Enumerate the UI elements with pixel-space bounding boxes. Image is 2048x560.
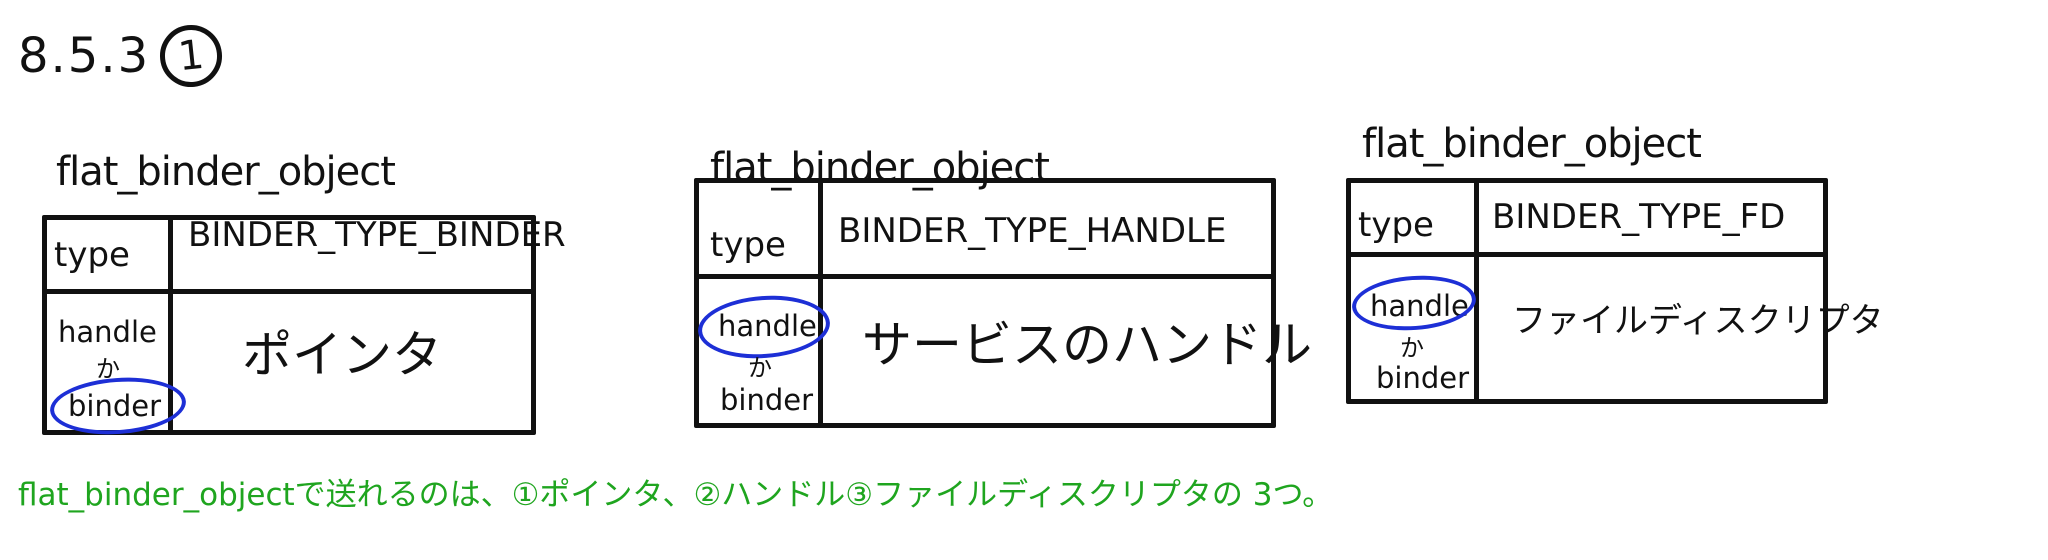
table-2-column-divider bbox=[818, 178, 823, 428]
table-3-row-divider bbox=[1346, 252, 1828, 257]
table-2-row-divider bbox=[694, 274, 1276, 279]
table-1-title: flat_binder_object bbox=[56, 149, 396, 195]
table-1-type-value: BINDER_TYPE_BINDER bbox=[188, 215, 566, 255]
section-prefix: 8.5.3 bbox=[18, 28, 151, 84]
table-1-content: ポインタ bbox=[242, 326, 442, 384]
table-3-title: flat_binder_object bbox=[1362, 121, 1702, 167]
section-heading: 8.5.3 1 bbox=[18, 21, 226, 91]
table-2-binder-label: binder bbox=[720, 383, 814, 417]
table-3-content: ファイルディスクリプタ bbox=[1512, 301, 1884, 341]
table-1-handle-label: handle bbox=[58, 315, 157, 349]
table-3-type-value: BINDER_TYPE_FD bbox=[1492, 197, 1786, 237]
table-2-type-value: BINDER_TYPE_HANDLE bbox=[838, 211, 1227, 251]
table-2-type-label: type bbox=[710, 225, 786, 265]
summary-note: flat_binder_objectで送れるのは、①ポインタ、②ハンドル③ファイ… bbox=[18, 477, 1334, 513]
table-1-row-divider bbox=[42, 289, 536, 294]
table-2-or-label: か bbox=[748, 354, 772, 382]
circled-number-icon: 1 bbox=[157, 21, 226, 91]
table-3-binder-label: binder bbox=[1376, 361, 1470, 395]
table-2-content: サービスのハンドル bbox=[862, 316, 1312, 374]
table-3-or-label: か bbox=[1400, 334, 1424, 362]
table-1-type-label: type bbox=[54, 235, 130, 275]
table-3-column-divider bbox=[1474, 178, 1479, 404]
table-3-type-label: type bbox=[1358, 205, 1434, 245]
